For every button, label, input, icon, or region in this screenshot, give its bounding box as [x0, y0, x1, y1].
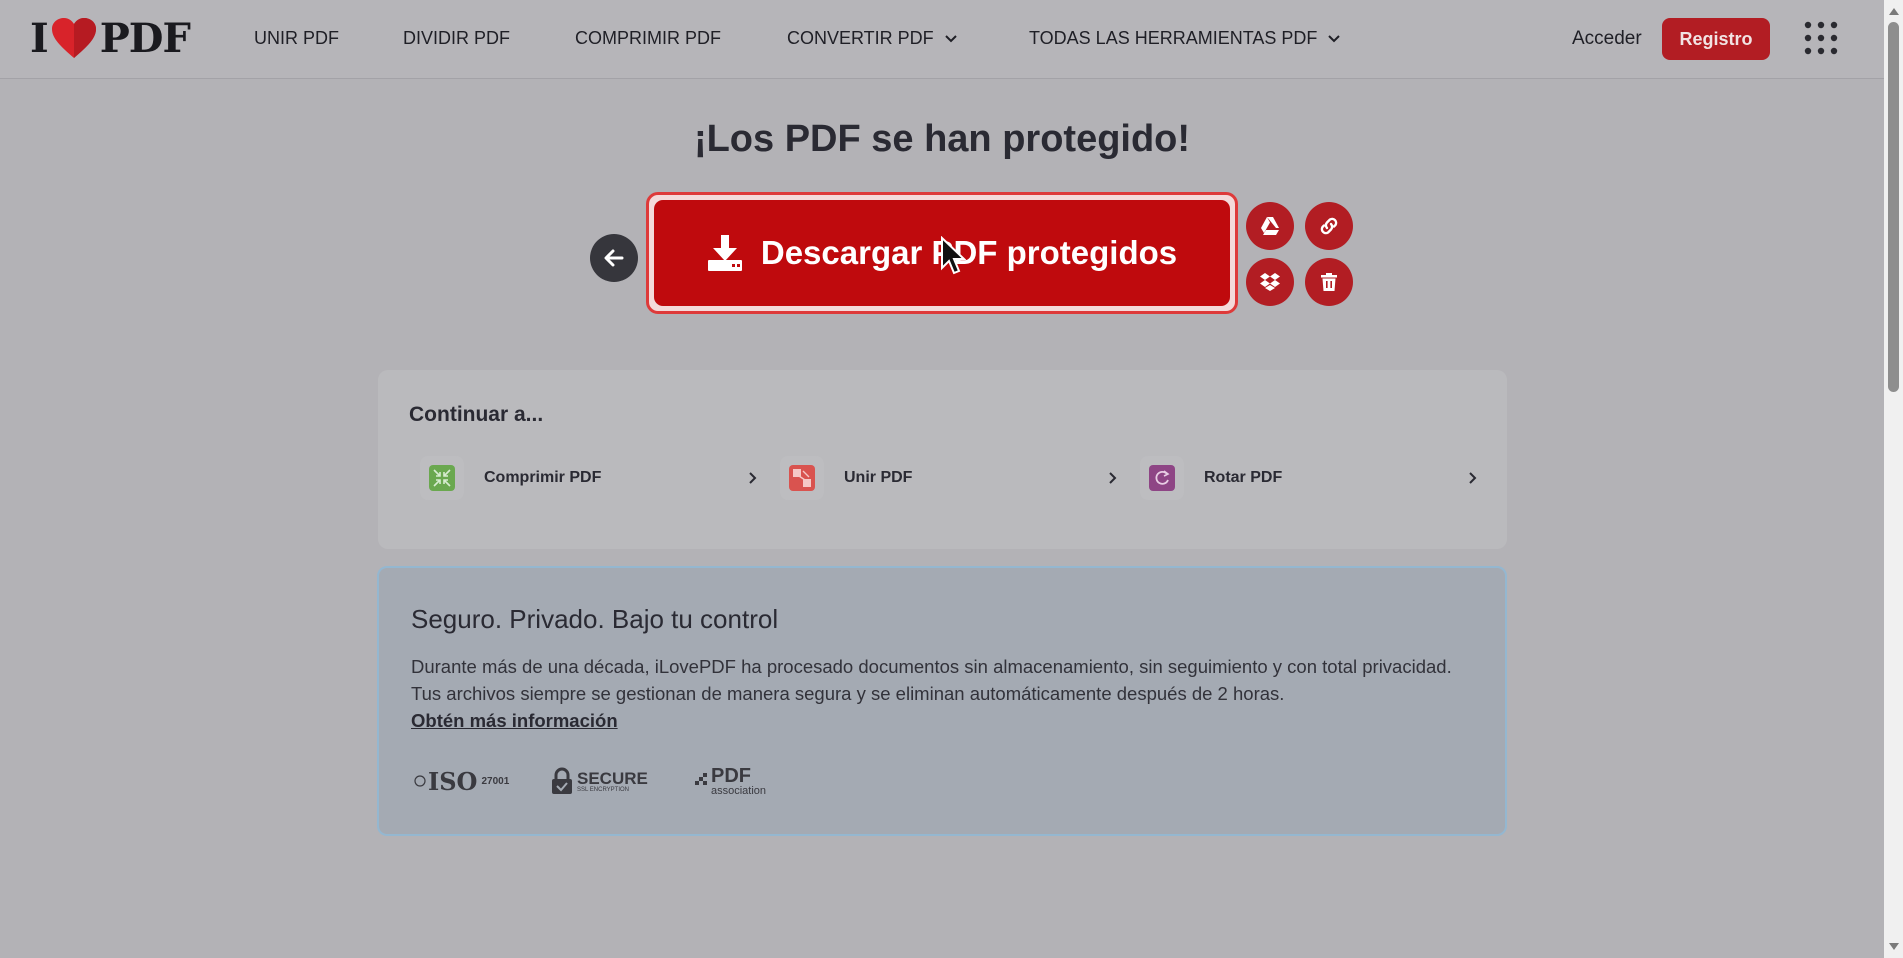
chevron-right-icon: [749, 472, 757, 484]
download-label: Descargar PDF protegidos: [760, 234, 1178, 271]
chevron-down-icon: [944, 34, 957, 42]
security-title: Seguro. Privado. Bajo tu control: [411, 604, 779, 634]
pdf-association-badge: PDF association: [695, 762, 766, 800]
logo-letter: I: [30, 14, 49, 62]
arrow-left-icon: [604, 249, 624, 267]
compress-tool-icon: [420, 456, 464, 500]
trash-icon: [1321, 273, 1337, 291]
chevron-down-icon: [1328, 34, 1341, 42]
delete-button[interactable]: [1305, 258, 1353, 306]
nav-dividir-pdf[interactable]: DIVIDIR PDF: [403, 28, 510, 49]
scroll-down-arrow-icon[interactable]: [1889, 943, 1899, 950]
copy-link-button[interactable]: [1305, 202, 1353, 250]
nav-comprimir-pdf[interactable]: COMPRIMIR PDF: [575, 28, 721, 49]
nav-label: COMPRIMIR PDF: [575, 28, 721, 48]
nav-label: TODAS LAS HERRAMIENTAS PDF: [1029, 28, 1318, 48]
google-drive-icon: [1261, 217, 1279, 235]
register-button[interactable]: Registro: [1662, 18, 1770, 60]
nav-todas-herramientas[interactable]: TODAS LAS HERRAMIENTAS PDF: [1029, 28, 1341, 49]
continue-title: Continuar a...: [409, 403, 544, 426]
nav-unir-pdf[interactable]: UNIR PDF: [254, 28, 339, 49]
iso-label: ISO: [428, 766, 478, 796]
nav-label: DIVIDIR PDF: [403, 28, 511, 48]
learn-more-link[interactable]: Obtén más información: [411, 710, 618, 732]
login-link[interactable]: Acceder: [1572, 28, 1642, 50]
download-icon: [707, 235, 742, 271]
save-to-dropbox-button[interactable]: [1246, 258, 1294, 306]
tool-label: Comprimir PDF: [484, 469, 602, 486]
lock-icon: [552, 767, 572, 794]
merge-tool-icon: [780, 456, 824, 500]
ssl-secure-badge: SECURE SSL ENCRYPTION: [551, 762, 648, 800]
logo-text: PDF: [99, 14, 191, 62]
secure-label: SECURE: [577, 768, 648, 788]
nav-convertir-pdf[interactable]: CONVERTIR PDF: [787, 28, 958, 49]
link-icon: [1320, 217, 1338, 235]
page-scrollbar[interactable]: [1884, 0, 1903, 958]
ilovepdf-logo[interactable]: I PDF: [30, 14, 191, 62]
iso-globe-icon: [414, 775, 426, 787]
association-label: association: [711, 784, 767, 797]
tool-label: Rotar PDF: [1204, 469, 1283, 486]
pdf-association-icon: [695, 773, 707, 785]
dropbox-icon: [1260, 273, 1280, 291]
security-description: Durante más de una década, iLovePDF ha p…: [411, 656, 1452, 704]
iso-27001-badge: ISO 27001: [414, 762, 509, 800]
continue-tool-unir[interactable]: Unir PDF: [780, 456, 1120, 500]
apps-grid-icon[interactable]: [1803, 20, 1839, 56]
scroll-up-arrow-icon[interactable]: [1889, 8, 1899, 15]
mouse-cursor-icon: [941, 236, 966, 275]
page-title: ¡Los PDF se han protegido!: [693, 118, 1191, 160]
top-navigation-bar: I PDF UNIR PDF DIVIDIR PDF COMPRIMIR PDF…: [0, 0, 1884, 79]
scrollbar-thumb[interactable]: [1888, 22, 1899, 392]
nav-label: UNIR PDF: [254, 28, 339, 48]
ssl-label: SSL ENCRYPTION: [577, 786, 630, 793]
save-to-google-drive-button[interactable]: [1246, 202, 1294, 250]
heart-icon: [51, 18, 96, 58]
pdf-label: PDF: [711, 764, 751, 787]
continue-tool-rotar[interactable]: Rotar PDF: [1140, 456, 1480, 500]
back-button[interactable]: [590, 234, 638, 282]
chevron-right-icon: [1469, 472, 1477, 484]
rotate-tool-icon: [1140, 456, 1184, 500]
chevron-right-icon: [1109, 472, 1117, 484]
continue-tool-comprimir[interactable]: Comprimir PDF: [420, 456, 760, 500]
nav-label: CONVERTIR PDF: [787, 28, 934, 48]
iso-number: 27001: [481, 775, 510, 787]
tool-label: Unir PDF: [844, 469, 913, 486]
